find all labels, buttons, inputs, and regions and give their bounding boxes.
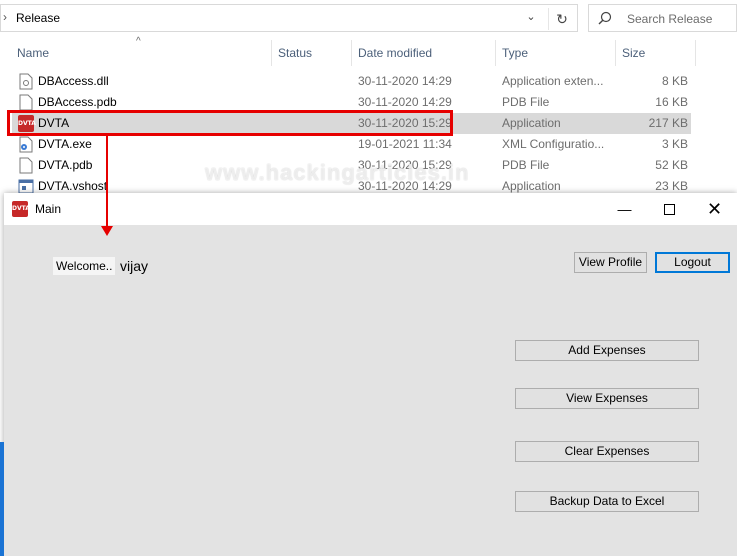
view-profile-button[interactable]: View Profile xyxy=(574,252,647,273)
backup-data-button[interactable]: Backup Data to Excel xyxy=(515,491,699,512)
minimize-icon[interactable]: — xyxy=(602,193,647,225)
column-status[interactable]: Status xyxy=(278,46,312,60)
column-size[interactable]: Size xyxy=(622,46,645,60)
file-date: 30-11-2020 14:29 xyxy=(358,95,452,109)
file-size: 3 KB xyxy=(661,137,688,151)
column-name[interactable]: Name xyxy=(17,46,49,60)
add-expenses-button[interactable]: Add Expenses xyxy=(515,340,699,361)
file-row[interactable]: DVTA.exe 19-01-2021 11:34 XML Configurat… xyxy=(12,134,691,155)
file-name: DVTA.pdb xyxy=(38,158,93,172)
file-type: Application xyxy=(502,116,561,130)
pdb-file-icon xyxy=(19,94,33,111)
file-type: XML Configuratio... xyxy=(502,137,605,151)
pdb-file-icon xyxy=(19,157,33,174)
file-type: PDB File xyxy=(502,158,550,172)
clear-expenses-button[interactable]: Clear Expenses xyxy=(515,441,699,462)
logout-button[interactable]: Logout xyxy=(655,252,730,273)
desktop-edge xyxy=(0,442,4,556)
file-type: Application exten... xyxy=(502,74,604,88)
file-name: DBAccess.dll xyxy=(38,74,109,88)
close-icon[interactable]: ✕ xyxy=(692,193,737,225)
sort-ascending-icon: ^ xyxy=(136,36,141,47)
search-icon xyxy=(598,11,612,25)
file-name: DBAccess.pdb xyxy=(38,95,117,109)
search-input[interactable]: Search Release xyxy=(588,4,737,32)
view-expenses-button[interactable]: View Expenses xyxy=(515,388,699,409)
search-placeholder: Search Release xyxy=(627,12,713,26)
column-header-row: ^ Name Status Date modified Type Size xyxy=(0,36,737,68)
file-row[interactable]: DBAccess.dll 30-11-2020 14:29 Applicatio… xyxy=(12,71,691,92)
maximize-icon[interactable] xyxy=(647,193,692,225)
file-type: PDB File xyxy=(502,95,550,109)
file-date: 19-01-2021 11:34 xyxy=(358,137,452,151)
address-text: Release xyxy=(16,11,61,25)
annotation-arrow-line xyxy=(106,136,108,228)
file-size: 8 KB xyxy=(661,74,688,88)
username-label: vijay xyxy=(120,258,149,274)
column-divider[interactable] xyxy=(695,40,696,66)
main-window: DVTA Main — ✕ Welcome.. vijay View Profi… xyxy=(4,193,737,556)
file-size: 217 KB xyxy=(648,116,688,130)
config-file-icon xyxy=(19,136,33,153)
dvta-app-icon: DVTA xyxy=(12,201,30,217)
column-divider[interactable] xyxy=(351,40,352,66)
file-size: 52 KB xyxy=(655,158,688,172)
file-size: 23 KB xyxy=(655,179,688,193)
column-divider[interactable] xyxy=(615,40,616,66)
file-type: Application xyxy=(502,179,561,193)
dll-file-icon xyxy=(19,73,33,90)
column-divider[interactable] xyxy=(495,40,496,66)
file-name: DVTA.exe xyxy=(38,137,92,151)
file-size: 16 KB xyxy=(655,95,688,109)
column-date-modified[interactable]: Date modified xyxy=(358,46,432,60)
highlight-annotation-box xyxy=(7,110,453,136)
chevron-right-icon[interactable]: › xyxy=(3,10,7,24)
annotation-arrow-head xyxy=(101,226,113,236)
address-field[interactable]: › Release ⌄ ↻ xyxy=(0,4,578,32)
file-date: 30-11-2020 14:29 xyxy=(358,74,452,88)
refresh-icon[interactable]: ↻ xyxy=(548,8,575,30)
column-type[interactable]: Type xyxy=(502,46,528,60)
file-name: DVTA.vshost xyxy=(38,179,108,193)
window-title: Main xyxy=(35,202,62,216)
title-bar[interactable]: DVTA Main — ✕ xyxy=(4,193,737,225)
watermark: www.hackingarticles.in xyxy=(205,160,470,185)
address-bar: › Release ⌄ ↻ Search Release xyxy=(0,0,737,36)
chevron-down-icon[interactable]: ⌄ xyxy=(520,10,542,28)
form-client-area: Welcome.. vijay View Profile Logout Add … xyxy=(4,225,737,556)
welcome-label: Welcome.. xyxy=(53,257,116,275)
column-divider[interactable] xyxy=(271,40,272,66)
